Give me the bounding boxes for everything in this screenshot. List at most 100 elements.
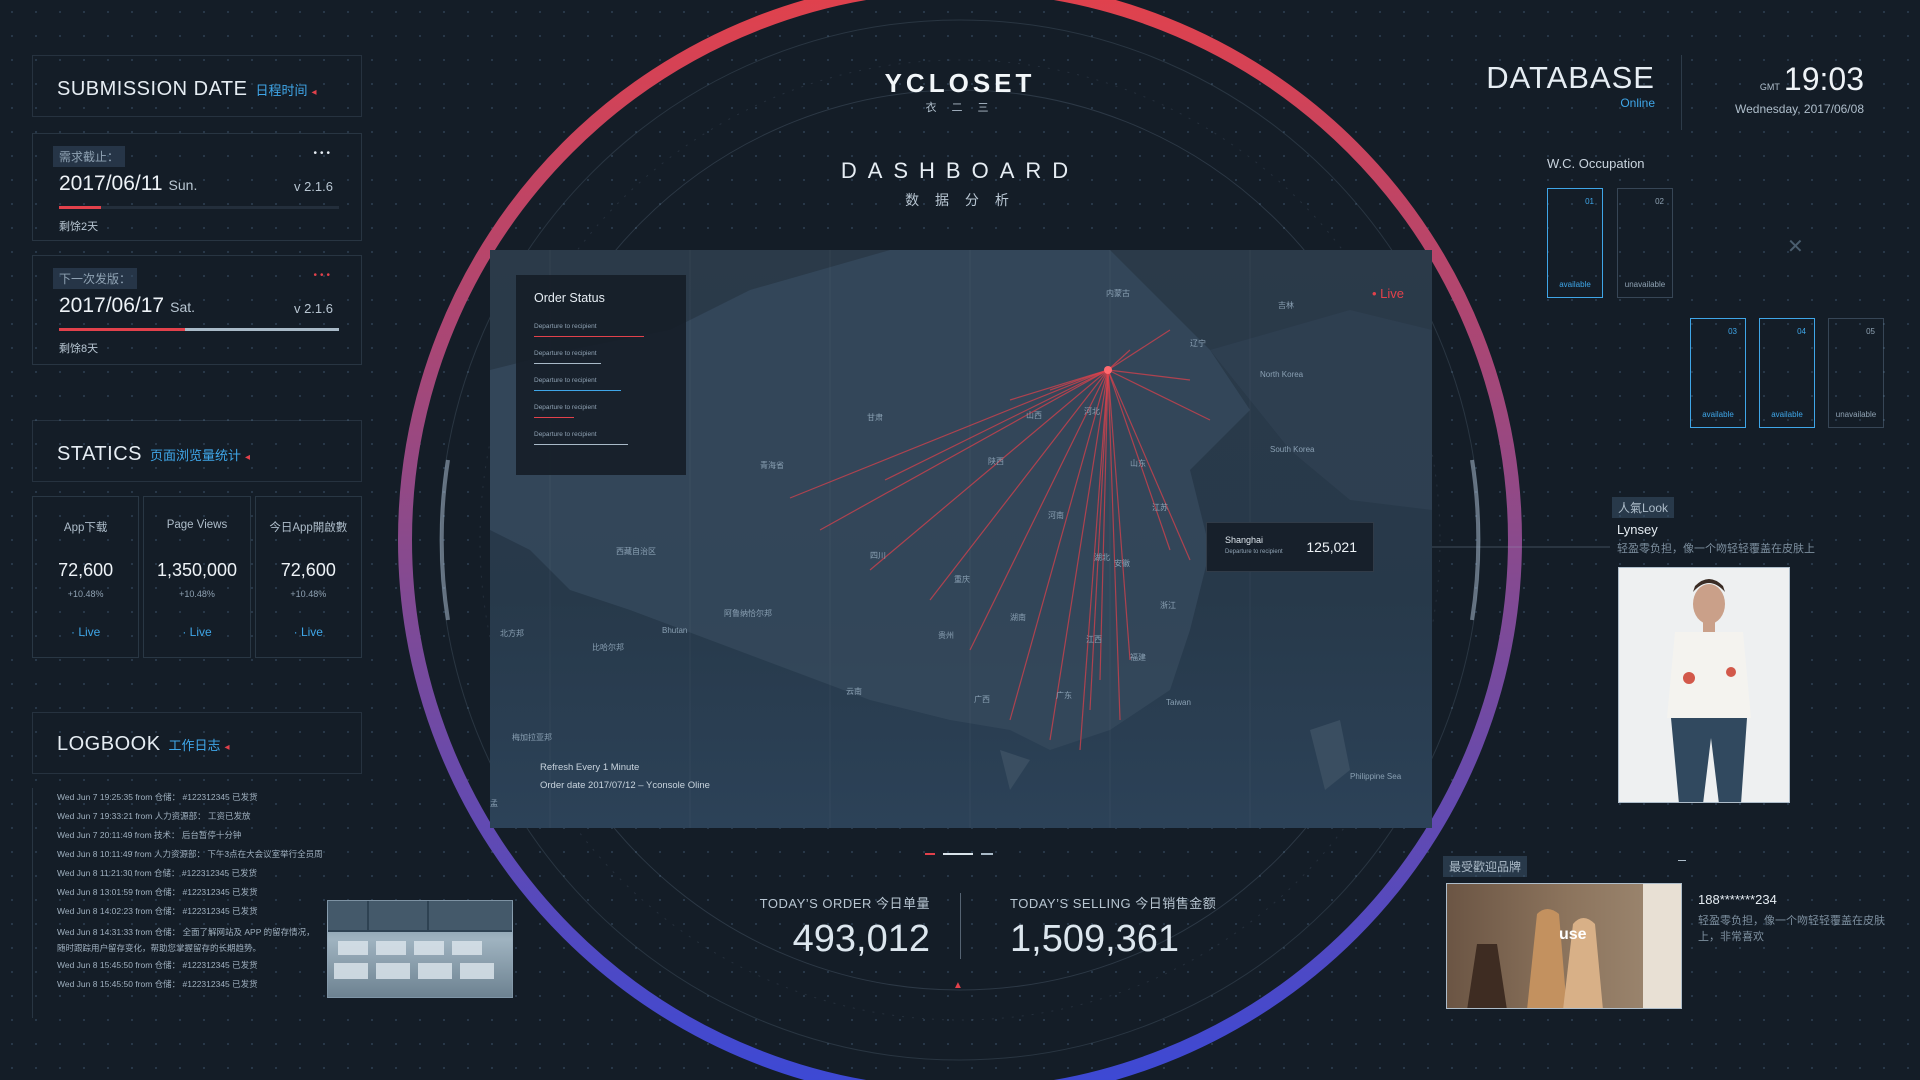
log-entry: Wed Jun 8 13:01:59 from 仓储： #122312345 已… [57, 887, 258, 897]
favorite-user: 188*******234 [1698, 892, 1777, 907]
deadline-card[interactable]: 需求截止： ••• 2017/06/11 Sun. v 2.1.6 剩馀2天 [32, 133, 362, 241]
order-status-item: Departure to recipient [534, 377, 668, 391]
release-remaining: 剩馀8天 [59, 343, 99, 355]
order-status-label: Departure to recipient [534, 323, 597, 330]
submission-subtitle: 日程时间 [255, 83, 308, 98]
map-place-label: 青海省 [760, 461, 784, 470]
dashboard-subtitle: 数 据 分 析 [905, 192, 1015, 208]
submission-panel: SUBMISSION DATE 日程时间 ◂ [32, 55, 362, 117]
order-status-item: Departure to recipient [534, 323, 668, 337]
log-entry: Wed Jun 7 20:11:49 from 技术： 后台暂停十分钟 [57, 830, 242, 840]
dashboard-heading: DASHBOARD 数 据 分 析 [760, 158, 1160, 210]
database-title: DATABASE [1486, 60, 1655, 95]
deadline-day: Sun. [168, 177, 198, 193]
next-release-card[interactable]: 下一次发版： ••• 2017/06/17 Sat. v 2.1.6 剩馀8天 [32, 255, 362, 365]
logbook-title: LOGBOOK [57, 733, 161, 755]
log-entry: Wed Jun 8 15:45:50 from 仓储： #122312345 已… [57, 979, 258, 989]
order-status-label: Departure to recipient [534, 431, 597, 438]
stat-app-opens[interactable]: 今日App開啟數 72,600 +10.48% · Live [254, 496, 362, 658]
log-entry: Wed Jun 7 19:25:35 from 仓储： #122312345 已… [57, 792, 258, 802]
stat-label: 今日App開啟數 [269, 522, 348, 534]
wc-room-01[interactable]: 01 available [1547, 188, 1603, 298]
map-order-date: Order date 2017/07/12 – Yconsole Oline [540, 780, 710, 791]
brand-logo[interactable]: YCLOSET 衣 二 三 [860, 68, 1060, 115]
release-progress-track [59, 328, 339, 331]
stat-change: +10.48% [67, 589, 104, 599]
wc-room-number: 04 [1797, 327, 1806, 336]
map-place-label: 内蒙古 [1106, 289, 1130, 298]
dash-mark [1678, 860, 1686, 861]
stat-live-link[interactable]: · Live [33, 625, 138, 639]
map-pager[interactable] [925, 853, 993, 855]
stat-change: +10.48% [179, 589, 215, 599]
wc-room-status: unavailable [1624, 280, 1666, 289]
logbook-list[interactable]: Wed Jun 7 19:25:35 from 仓储： #122312345 已… [32, 788, 362, 1018]
wc-room-03[interactable]: 03 available [1690, 318, 1746, 428]
brand-name: YCLOSET [884, 68, 1036, 98]
order-status-bar [534, 363, 601, 364]
wc-room-status: available [1702, 410, 1734, 419]
map-place-label: 浙江 [1160, 601, 1176, 610]
stat-app-downloads[interactable]: App下载 72,600 +10.48% · Live [32, 496, 140, 658]
stat-live-link[interactable]: · Live [256, 625, 361, 639]
map-place-label: Taiwan [1166, 698, 1191, 707]
popular-look-tag: 人氣Look [1612, 497, 1675, 518]
statics-grid: App下载 72,600 +10.48% · Live Page Views 1… [32, 496, 362, 658]
statics-title: STATICS [57, 443, 142, 465]
popular-look-name: Lynsey [1617, 522, 1658, 537]
china-map[interactable]: 内蒙古 吉林 辽宁 North Korea South Korea 甘肃 山西 河北 山东 陕西 青… [490, 250, 1432, 828]
pager-dot[interactable] [943, 853, 973, 855]
map-place-label: 湖南 [1010, 613, 1026, 622]
map-place-label: 梅加拉亚邦 [512, 733, 552, 742]
kpi-label: TODAY’S ORDER 今日单量 [759, 896, 930, 911]
order-status-bar [534, 417, 575, 418]
release-date: 2017/06/17 [59, 294, 165, 317]
brand-sub: 衣 二 三 [925, 102, 995, 114]
warehouse-illustration [328, 901, 512, 979]
wc-room-number: 02 [1655, 197, 1664, 206]
shanghai-tooltip[interactable]: Shanghai Departure to recipient 125,021 [1206, 522, 1374, 572]
map-place-label: 西藏自治区 [616, 547, 656, 556]
map-place-label: 比哈尔邦 [592, 643, 624, 652]
map-place-label: South Korea [1270, 445, 1315, 454]
deadline-tag: 需求截止： [53, 146, 126, 167]
more-icon[interactable]: ••• [313, 270, 333, 281]
wc-room-04[interactable]: 04 available [1759, 318, 1815, 428]
stat-label: App下载 [63, 522, 108, 534]
map-place-label: 四川 [870, 551, 886, 560]
stat-page-views[interactable]: Page Views 1,350,000 +10.48% · Live [143, 496, 251, 658]
release-tag: 下一次发版： [53, 268, 138, 289]
stat-label: Page Views [166, 519, 228, 531]
pager-dot[interactable] [925, 853, 935, 855]
model-photo[interactable] [1618, 567, 1790, 803]
statics-header: STATICS 页面浏览量统计 ◂ [32, 420, 362, 482]
map-place-label: 甘肃 [867, 413, 883, 422]
map-place-label: 北方邦 [500, 629, 524, 638]
pager-dot[interactable] [981, 853, 993, 855]
map-place-label: 湖北 [1094, 553, 1110, 562]
map-place-label: 江苏 [1152, 503, 1168, 512]
red-dot-icon: ◂ [245, 452, 251, 463]
log-entry: Wed Jun 8 10:11:49 from 人力资源部： 下午3点在大会议室… [57, 849, 323, 859]
order-status-label: Departure to recipient [534, 404, 597, 411]
order-status-item: Departure to recipient [534, 404, 668, 418]
stat-live-link[interactable]: · Live [144, 625, 249, 639]
kpi-value: 1,509,361 [1010, 918, 1180, 960]
wc-room-05[interactable]: 05 unavailable [1828, 318, 1884, 428]
order-status-item: Departure to recipient [534, 431, 668, 445]
stat-value: 72,600 [58, 560, 114, 580]
warehouse-image[interactable] [327, 900, 513, 998]
caret-up-icon: ▲ [953, 980, 963, 991]
statics-subtitle: 页面浏览量统计 [149, 448, 241, 463]
order-status-bar [534, 336, 644, 337]
map-place-label: 吉林 [1278, 301, 1294, 310]
map-place-label: 山西 [1026, 411, 1042, 420]
brand-photo[interactable]: use [1446, 883, 1682, 1009]
wc-room-02[interactable]: 02 unavailable [1617, 188, 1673, 298]
map-place-label: 河南 [1048, 511, 1064, 520]
hub-marker [1104, 366, 1112, 374]
more-icon[interactable]: ••• [313, 148, 333, 159]
dashboard-title: DASHBOARD [840, 158, 1080, 183]
close-icon[interactable]: ✕ [1787, 234, 1804, 259]
map-live-indicator[interactable]: • Live [1372, 286, 1404, 301]
